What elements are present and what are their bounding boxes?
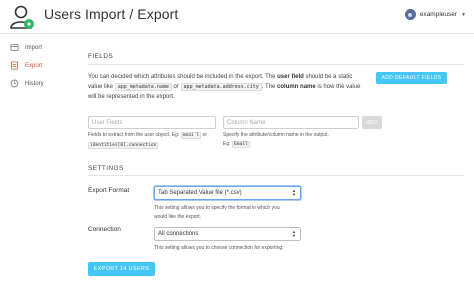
user-menu[interactable]: exampleuser ▼ bbox=[404, 9, 466, 20]
sidebar-item-export[interactable]: Export bbox=[10, 61, 42, 70]
user-fields-help: Fields to extract from the user object. … bbox=[88, 132, 207, 149]
add-default-fields-button[interactable]: ADD DEFAULT FIELDS bbox=[376, 72, 447, 84]
select-arrows-icon: ▲ ▼ bbox=[292, 188, 296, 197]
connection-label: Connection bbox=[88, 226, 121, 233]
sidebar: Import Export History bbox=[0, 34, 80, 296]
page-title: Users Import / Export bbox=[44, 6, 179, 22]
column-name-input[interactable]: Column Name bbox=[223, 116, 359, 129]
sidebar-item-history[interactable]: History bbox=[10, 79, 44, 88]
add-field-button[interactable]: ADD bbox=[362, 116, 382, 129]
main-content: FIELDS You can decided which attributes … bbox=[88, 34, 466, 296]
connection-value: All connections bbox=[158, 231, 199, 237]
sidebar-item-import[interactable]: Import bbox=[10, 43, 42, 52]
select-arrows-icon: ▲ ▼ bbox=[292, 229, 296, 238]
fields-section-title: FIELDS bbox=[88, 53, 114, 60]
connection-select[interactable]: All connections ▲ ▼ bbox=[154, 227, 301, 241]
code-snippet: app_metadata.address.city bbox=[180, 82, 262, 91]
history-icon bbox=[10, 79, 19, 88]
chevron-down-icon: ▼ bbox=[461, 11, 466, 18]
column-name-help: Specify the attribute/column name in the… bbox=[223, 132, 329, 148]
settings-section-title: SETTINGS bbox=[88, 165, 124, 172]
sidebar-item-label: History bbox=[25, 80, 44, 87]
divider bbox=[88, 175, 464, 176]
top-header: Users Import / Export exampleuser ▼ bbox=[0, 0, 474, 34]
export-format-help: This setting allows you to specify the f… bbox=[154, 205, 280, 220]
import-icon bbox=[10, 43, 19, 52]
code-snippet: app_metadata.name bbox=[114, 82, 172, 91]
export-icon bbox=[10, 61, 19, 70]
connection-help: This setting allows you to choose connec… bbox=[154, 245, 284, 251]
export-users-button[interactable]: EXPORT 14 USERS bbox=[88, 262, 155, 276]
export-format-label: Export Format bbox=[88, 187, 130, 194]
username: exampleuser bbox=[419, 11, 458, 18]
users-logo-icon bbox=[10, 5, 34, 29]
avatar bbox=[404, 9, 416, 20]
fields-description: You can decided which attributes should … bbox=[88, 74, 361, 100]
sidebar-item-label: Export bbox=[25, 62, 43, 69]
user-fields-input[interactable]: User Fields bbox=[88, 116, 216, 129]
divider bbox=[88, 64, 464, 65]
export-format-select[interactable]: Tab Separated Value file (*.csv) ▲ ▼ bbox=[154, 186, 301, 200]
export-format-value: Tab Separated Value file (*.csv) bbox=[158, 190, 242, 196]
sidebar-item-label: Import bbox=[25, 44, 43, 51]
